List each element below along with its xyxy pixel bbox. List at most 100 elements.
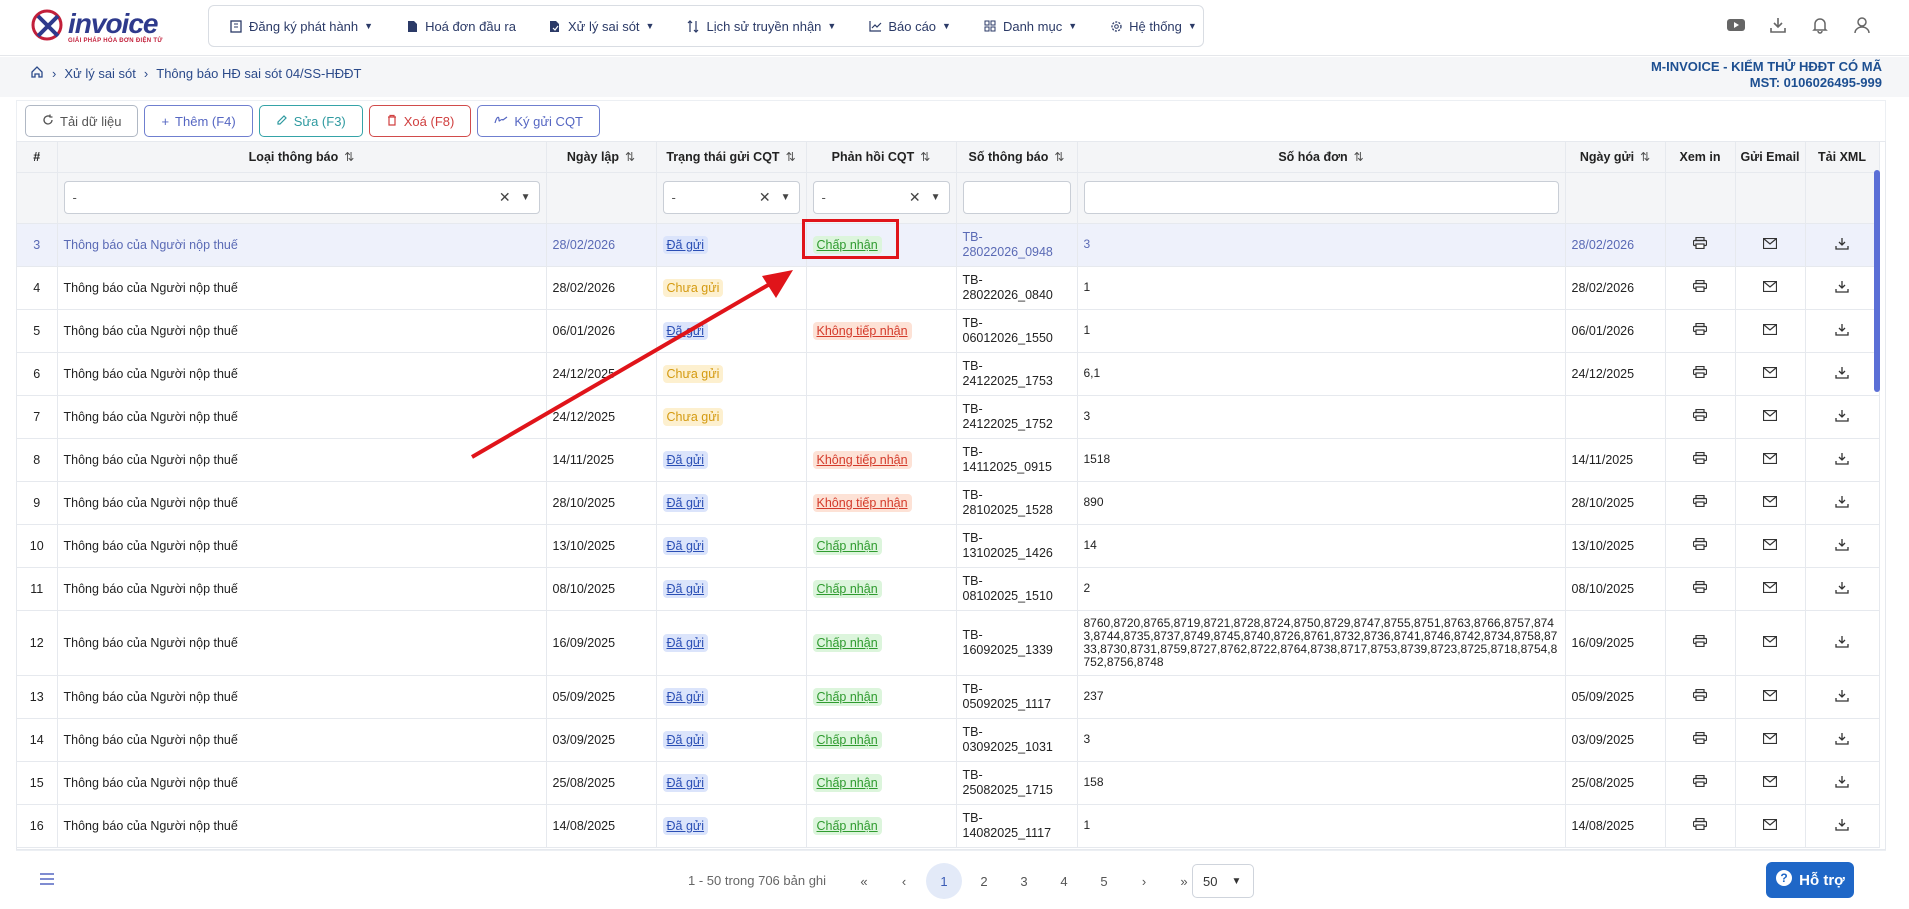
printer-icon[interactable] — [1692, 365, 1708, 381]
download-icon[interactable] — [1835, 689, 1849, 705]
add-button[interactable]: + Thêm (F4) — [144, 105, 253, 137]
col-notice-no[interactable]: Số thông báo ⇅ — [956, 142, 1078, 173]
invoice-no-filter-input[interactable] — [1083, 181, 1559, 214]
table-row[interactable]: 8 Thông báo của Người nộp thuế 14/11/202… — [17, 438, 1880, 482]
status-badge[interactable]: Đã gửi — [662, 579, 709, 598]
download-icon[interactable] — [1835, 581, 1849, 597]
feedback-badge[interactable]: Không tiếp nhận — [812, 493, 912, 512]
download-icon[interactable] — [1835, 635, 1849, 651]
status-badge[interactable]: Đã gửi — [662, 235, 709, 254]
printer-icon[interactable] — [1692, 322, 1708, 338]
printer-icon[interactable] — [1692, 451, 1708, 467]
mail-icon[interactable] — [1762, 237, 1778, 252]
col-send-status[interactable]: Trạng thái gửi CQT ⇅ — [656, 142, 807, 173]
page-size-select[interactable]: 50 ▼ — [1192, 864, 1254, 898]
col-feedback[interactable]: Phản hồi CQT ⇅ — [806, 142, 957, 173]
nav-item-0[interactable]: Đăng ký phát hành ▼ — [229, 19, 373, 34]
feedback-badge[interactable]: Chấp nhận — [812, 730, 882, 749]
download-icon[interactable] — [1767, 14, 1789, 36]
mail-icon[interactable] — [1762, 581, 1778, 596]
send-status-filter[interactable]: - ✕ ▼ — [662, 181, 800, 214]
status-badge[interactable]: Chưa gửi — [662, 407, 724, 426]
mail-icon[interactable] — [1762, 689, 1778, 704]
first-page-icon[interactable]: « — [846, 863, 882, 899]
download-icon[interactable] — [1835, 775, 1849, 791]
status-badge[interactable]: Đã gửi — [662, 321, 709, 340]
status-badge[interactable]: Đã gửi — [662, 633, 709, 652]
table-row[interactable]: 4 Thông báo của Người nộp thuế 28/02/202… — [17, 266, 1880, 310]
mail-icon[interactable] — [1762, 495, 1778, 510]
download-icon[interactable] — [1835, 280, 1849, 296]
vertical-scrollbar[interactable] — [1874, 170, 1880, 392]
next-page-icon[interactable]: › — [1126, 863, 1162, 899]
table-row[interactable]: 12 Thông báo của Người nộp thuế 16/09/20… — [17, 610, 1880, 676]
download-icon[interactable] — [1835, 818, 1849, 834]
edit-button[interactable]: Sửa (F3) — [258, 105, 363, 137]
download-icon[interactable] — [1835, 366, 1849, 382]
help-button[interactable]: ? Hỗ trợ — [1766, 862, 1854, 898]
printer-icon[interactable] — [1692, 537, 1708, 553]
nav-item-5[interactable]: Danh mục ▼ — [983, 19, 1077, 34]
status-badge[interactable]: Đã gửi — [662, 816, 709, 835]
printer-icon[interactable] — [1692, 817, 1708, 833]
printer-icon[interactable] — [1692, 236, 1708, 252]
download-icon[interactable] — [1835, 538, 1849, 554]
table-row[interactable]: 9 Thông báo của Người nộp thuế 28/10/202… — [17, 481, 1880, 525]
printer-icon[interactable] — [1692, 279, 1708, 295]
printer-icon[interactable] — [1692, 688, 1708, 704]
status-badge[interactable]: Đã gửi — [662, 493, 709, 512]
download-icon[interactable] — [1835, 409, 1849, 425]
status-badge[interactable]: Đã gửi — [662, 687, 709, 706]
mail-icon[interactable] — [1762, 323, 1778, 338]
download-icon[interactable] — [1835, 452, 1849, 468]
table-row[interactable]: 7 Thông báo của Người nộp thuế 24/12/202… — [17, 395, 1880, 439]
printer-icon[interactable] — [1692, 774, 1708, 790]
feedback-badge[interactable]: Không tiếp nhận — [812, 450, 912, 469]
feedback-badge[interactable]: Chấp nhận — [812, 536, 882, 555]
mail-icon[interactable] — [1762, 538, 1778, 553]
nav-item-2[interactable]: Xử lý sai sót ▼ — [548, 19, 654, 34]
download-icon[interactable] — [1835, 237, 1849, 253]
mail-icon[interactable] — [1762, 366, 1778, 381]
download-icon[interactable] — [1835, 495, 1849, 511]
nav-item-4[interactable]: Báo cáo ▼ — [868, 19, 951, 34]
nav-item-1[interactable]: Hoá đơn đầu ra — [405, 19, 516, 34]
page-1[interactable]: 1 — [926, 863, 962, 899]
nav-item-3[interactable]: Lịch sử truyền nhận ▼ — [686, 19, 836, 34]
feedback-badge[interactable]: Chấp nhận — [812, 687, 882, 706]
col-date[interactable]: Ngày lập ⇅ — [546, 142, 657, 173]
sign-send-button[interactable]: Ký gửi CQT — [477, 105, 600, 137]
download-icon[interactable] — [1835, 323, 1849, 339]
mail-icon[interactable] — [1762, 775, 1778, 790]
table-row[interactable]: 10 Thông báo của Người nộp thuế 13/10/20… — [17, 524, 1880, 568]
feedback-badge[interactable]: Chấp nhận — [812, 579, 882, 598]
col-type[interactable]: Loại thông báo ⇅ — [57, 142, 547, 173]
type-filter[interactable]: - ✕ ▼ — [63, 181, 540, 214]
mail-icon[interactable] — [1762, 635, 1778, 650]
logo[interactable]: invoice GIẢI PHÁP HÓA ĐƠN ĐIỆN TỬ — [30, 6, 170, 48]
feedback-badge[interactable]: Chấp nhận — [812, 816, 882, 835]
table-row[interactable]: 11 Thông báo của Người nộp thuế 08/10/20… — [17, 567, 1880, 611]
page-2[interactable]: 2 — [966, 863, 1002, 899]
youtube-icon[interactable] — [1725, 14, 1747, 36]
table-row[interactable]: 5 Thông báo của Người nộp thuế 06/01/202… — [17, 309, 1880, 353]
feedback-badge[interactable]: Không tiếp nhận — [812, 321, 912, 340]
mail-icon[interactable] — [1762, 280, 1778, 295]
status-badge[interactable]: Chưa gửi — [662, 364, 724, 383]
table-row[interactable]: 3 Thông báo của Người nộp thuế 28/02/202… — [17, 223, 1880, 267]
status-badge[interactable]: Chưa gửi — [662, 278, 724, 297]
mail-icon[interactable] — [1762, 452, 1778, 467]
bell-icon[interactable] — [1809, 14, 1831, 36]
table-row[interactable]: 16 Thông báo của Người nộp thuế 14/08/20… — [17, 804, 1880, 848]
breadcrumb-item-1[interactable]: Xử lý sai sót — [64, 66, 136, 81]
table-row[interactable]: 15 Thông báo của Người nộp thuế 25/08/20… — [17, 761, 1880, 805]
table-row[interactable]: 14 Thông báo của Người nộp thuế 03/09/20… — [17, 718, 1880, 762]
home-icon[interactable] — [30, 65, 44, 82]
download-icon[interactable] — [1835, 732, 1849, 748]
page-3[interactable]: 3 — [1006, 863, 1042, 899]
printer-icon[interactable] — [1692, 634, 1708, 650]
notice-no-filter-input[interactable] — [962, 181, 1071, 214]
prev-page-icon[interactable]: ‹ — [886, 863, 922, 899]
user-icon[interactable] — [1851, 14, 1873, 36]
feedback-badge[interactable]: Chấp nhận — [812, 633, 882, 652]
